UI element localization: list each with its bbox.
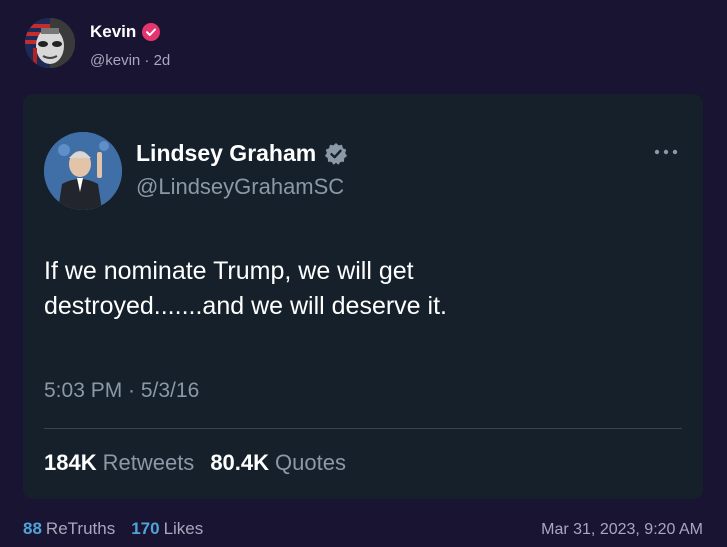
- retruths-count: 88: [23, 519, 42, 538]
- verified-badge-icon: [142, 23, 161, 41]
- author-meta: @kevin · 2d: [90, 52, 170, 69]
- embedded-post-card[interactable]: Lindsey Graham @LindseyGrahamSC If we no…: [23, 94, 703, 499]
- embed-stats: 184K Retweets 80.4K Quotes: [44, 450, 346, 476]
- more-options-icon[interactable]: [653, 144, 679, 155]
- retweets-count: 184K: [44, 450, 97, 475]
- retruths-label: ReTruths: [45, 519, 116, 538]
- verified-badge-icon: [324, 142, 348, 166]
- meta-separator: ·: [144, 52, 150, 69]
- retruths-stat[interactable]: 88 ReTruths: [23, 519, 115, 539]
- quotes-label: Quotes: [275, 450, 346, 475]
- embed-avatar[interactable]: [44, 132, 122, 210]
- embed-text-line: If we nominate Trump, we will get: [44, 257, 414, 285]
- embed-author-handle[interactable]: @LindseyGrahamSC: [136, 174, 344, 200]
- embed-name-row: Lindsey Graham: [136, 140, 348, 167]
- embed-author-name[interactable]: Lindsey Graham: [136, 140, 316, 167]
- author-handle[interactable]: @kevin: [90, 52, 140, 69]
- post-age: 2d: [153, 52, 171, 69]
- embed-post-text: If we nominate Trump, we will get destro…: [44, 254, 664, 324]
- retweets-label: Retweets: [102, 450, 195, 475]
- quotes-stat[interactable]: 80.4K Quotes: [210, 450, 346, 476]
- post-engagement: 88 ReTruths 170 Likes: [23, 519, 203, 539]
- embed-timestamp[interactable]: 5:03 PM · 5/3/16: [44, 379, 199, 403]
- embed-text-line: destroyed.......and we will deserve it.: [44, 292, 447, 320]
- quotes-count: 80.4K: [210, 450, 270, 475]
- likes-label: Likes: [163, 519, 204, 538]
- divider: [44, 428, 682, 429]
- author-avatar[interactable]: [25, 18, 75, 68]
- likes-stat[interactable]: 170 Likes: [131, 519, 203, 539]
- post-date: Mar 31, 2023, 9:20 AM: [541, 521, 703, 538]
- retweets-stat[interactable]: 184K Retweets: [44, 450, 194, 476]
- author-name-row: Kevin: [90, 22, 161, 42]
- likes-count: 170: [131, 519, 160, 538]
- author-name[interactable]: Kevin: [90, 22, 136, 42]
- truth-post: Kevin @kevin · 2d Lindsey Graham @Lindse…: [0, 0, 727, 547]
